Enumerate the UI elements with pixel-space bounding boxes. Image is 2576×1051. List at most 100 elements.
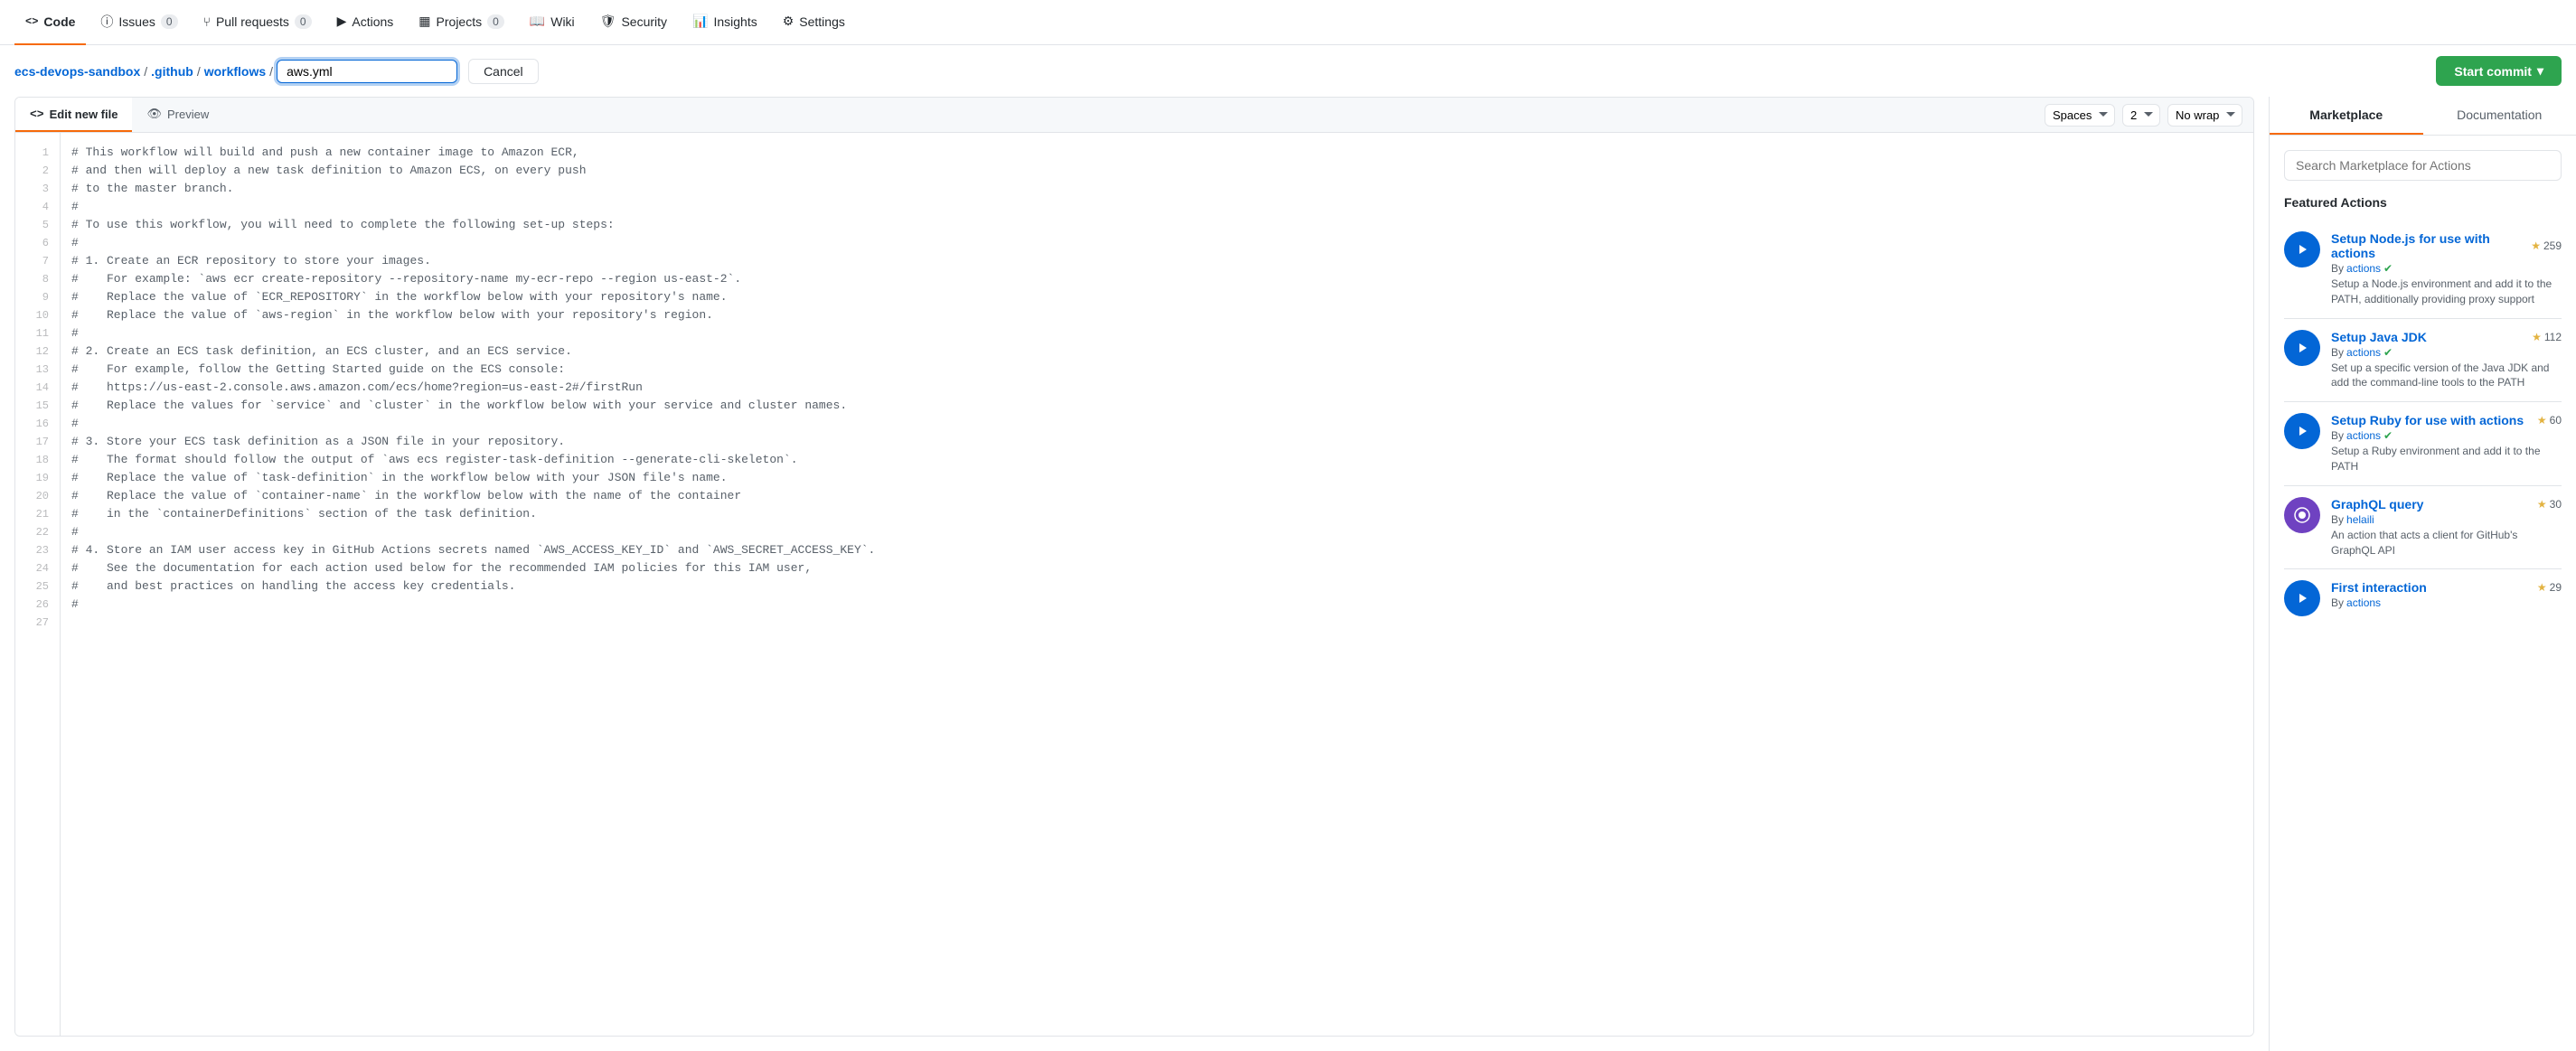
pr-badge: 0 — [295, 14, 312, 29]
marketplace-search-input[interactable] — [2284, 150, 2562, 181]
action-author-link[interactable]: actions — [2346, 262, 2381, 275]
pr-icon: ⑂ — [203, 14, 211, 29]
line-number: 17 — [15, 433, 60, 451]
action-title-graphql-query[interactable]: GraphQL query — [2331, 497, 2423, 511]
action-title-setup-ruby[interactable]: Setup Ruby for use with actions — [2331, 413, 2524, 427]
line-number: 9 — [15, 288, 60, 306]
code-line: # See the documentation for each action … — [71, 559, 2242, 577]
projects-icon: ▦ — [418, 14, 430, 29]
action-stars-setup-nodejs: ★ 259 — [2531, 239, 2562, 252]
action-info-setup-nodejs: Setup Node.js for use with actions★ 259 B… — [2331, 231, 2562, 307]
line-number: 22 — [15, 523, 60, 541]
code-editor[interactable]: 1234567891011121314151617181920212223242… — [15, 133, 2253, 1037]
action-author-link[interactable]: actions — [2346, 346, 2381, 359]
action-info-setup-java: Setup Java JDK★ 112By actions ✔Set up a … — [2331, 330, 2562, 391]
action-stars-first-interaction: ★ 29 — [2537, 581, 2562, 594]
tab-marketplace[interactable]: Marketplace — [2270, 97, 2423, 135]
breadcrumb-workflows[interactable]: workflows — [204, 64, 266, 79]
action-item[interactable]: First interaction★ 29By actions — [2284, 569, 2562, 627]
sidebar: Marketplace Documentation Featured Actio… — [2269, 97, 2576, 1051]
preview-icon: 👁 — [146, 107, 162, 121]
line-number: 1 — [15, 144, 60, 162]
line-number: 21 — [15, 505, 60, 523]
editor-panel: <> Edit new file 👁 Preview Spaces 2 No w… — [14, 97, 2254, 1037]
nav-code[interactable]: <> Code — [14, 0, 86, 45]
cancel-button[interactable]: Cancel — [468, 59, 539, 84]
action-by-setup-ruby: By actions ✔ — [2331, 429, 2562, 442]
action-item[interactable]: GraphQL query ★ 30 By helaili An action tha… — [2284, 486, 2562, 570]
action-item[interactable]: Setup Node.js for use with actions★ 259 B… — [2284, 221, 2562, 319]
action-icon-setup-ruby — [2284, 413, 2320, 449]
wiki-icon: 📖 — [530, 14, 545, 29]
code-line: # and then will deploy a new task defini… — [71, 162, 2242, 180]
code-line: # to the master branch. — [71, 180, 2242, 198]
action-desc-setup-java: Set up a specific version of the Java JD… — [2331, 361, 2562, 391]
action-by-setup-nodejs: By actions ✔ — [2331, 262, 2562, 275]
action-author-link[interactable]: actions — [2346, 596, 2381, 609]
breadcrumb-repo[interactable]: ecs-devops-sandbox — [14, 64, 140, 79]
action-desc-graphql-query: An action that acts a client for GitHub'… — [2331, 528, 2562, 558]
actions-list: Setup Node.js for use with actions★ 259 B… — [2284, 221, 2562, 627]
edit-icon: <> — [30, 108, 44, 121]
action-title-setup-nodejs[interactable]: Setup Node.js for use with actions — [2331, 231, 2531, 260]
line-number: 20 — [15, 487, 60, 505]
code-line: # Replace the value of `task-definition`… — [71, 469, 2242, 487]
action-author-link[interactable]: actions — [2346, 429, 2381, 442]
wrap-mode-select[interactable]: No wrap — [2167, 104, 2242, 127]
nav-pull-requests[interactable]: ⑂ Pull requests 0 — [193, 0, 323, 45]
start-commit-label: Start commit — [2454, 64, 2532, 79]
top-nav: <> Code ⓘ Issues 0 ⑂ Pull requests 0 ▶ A… — [0, 0, 2576, 45]
action-item[interactable]: Setup Ruby for use with actions★ 60By ac… — [2284, 402, 2562, 486]
action-info-graphql-query: GraphQL query ★ 30 By helaili An action tha… — [2331, 497, 2562, 558]
line-number: 16 — [15, 415, 60, 433]
code-line: # To use this workflow, you will need to… — [71, 216, 2242, 234]
breadcrumb-github[interactable]: .github — [151, 64, 193, 79]
code-line: # 2. Create an ECS task definition, an E… — [71, 343, 2242, 361]
nav-insights[interactable]: 📊 Insights — [682, 0, 768, 45]
code-line: # — [71, 234, 2242, 252]
action-stars-graphql-query: ★ 30 — [2537, 498, 2562, 511]
nav-issues[interactable]: ⓘ Issues 0 — [89, 0, 188, 45]
sidebar-content: Featured Actions Setup Node.js for use w… — [2270, 136, 2576, 642]
tab-preview[interactable]: 👁 Preview — [132, 98, 223, 132]
nav-projects[interactable]: ▦ Projects 0 — [408, 0, 515, 45]
code-line: # and best practices on handling the acc… — [71, 577, 2242, 596]
code-line: # For example: `aws ecr create-repositor… — [71, 270, 2242, 288]
nav-settings[interactable]: ⚙ Settings — [772, 0, 856, 45]
code-line: # The format should follow the output of… — [71, 451, 2242, 469]
issues-badge: 0 — [161, 14, 178, 29]
tab-edit-new-file[interactable]: <> Edit new file — [15, 98, 132, 132]
action-author-link[interactable]: helaili — [2346, 513, 2374, 526]
filename-input[interactable] — [277, 60, 457, 83]
star-icon: ★ — [2537, 414, 2547, 427]
security-icon: 🛡 — [600, 14, 616, 29]
commit-actions: Start commit ▾ — [2436, 56, 2562, 86]
code-line: # Replace the values for `service` and `… — [71, 397, 2242, 415]
code-line: # For example, follow the Getting Starte… — [71, 361, 2242, 379]
chevron-down-icon: ▾ — [2537, 63, 2543, 79]
indent-mode-select[interactable]: Spaces — [2045, 104, 2115, 127]
nav-actions[interactable]: ▶ Actions — [326, 0, 405, 45]
action-title-first-interaction[interactable]: First interaction — [2331, 580, 2427, 595]
code-line: # Replace the value of `container-name` … — [71, 487, 2242, 505]
breadcrumb-row: ecs-devops-sandbox / .github / workflows… — [0, 45, 2576, 97]
star-icon: ★ — [2532, 331, 2542, 343]
breadcrumb: ecs-devops-sandbox / .github / workflows… — [14, 59, 539, 84]
line-number: 24 — [15, 559, 60, 577]
nav-security[interactable]: 🛡 Security — [589, 0, 678, 45]
nav-wiki[interactable]: 📖 Wiki — [519, 0, 586, 45]
line-number: 5 — [15, 216, 60, 234]
line-number: 6 — [15, 234, 60, 252]
code-line: # 3. Store your ECS task definition as a… — [71, 433, 2242, 451]
action-title-setup-java[interactable]: Setup Java JDK — [2331, 330, 2427, 344]
tab-documentation[interactable]: Documentation — [2423, 97, 2576, 135]
action-desc-setup-nodejs: Setup a Node.js environment and add it t… — [2331, 277, 2562, 307]
action-item[interactable]: Setup Java JDK★ 112By actions ✔Set up a … — [2284, 319, 2562, 403]
line-number: 4 — [15, 198, 60, 216]
action-by-graphql-query: By helaili — [2331, 513, 2562, 526]
indent-size-select[interactable]: 2 — [2122, 104, 2160, 127]
action-desc-setup-ruby: Setup a Ruby environment and add it to t… — [2331, 444, 2562, 474]
code-content[interactable]: # This workflow will build and push a ne… — [61, 133, 2253, 1037]
start-commit-button[interactable]: Start commit ▾ — [2436, 56, 2562, 86]
code-line: # — [71, 523, 2242, 541]
